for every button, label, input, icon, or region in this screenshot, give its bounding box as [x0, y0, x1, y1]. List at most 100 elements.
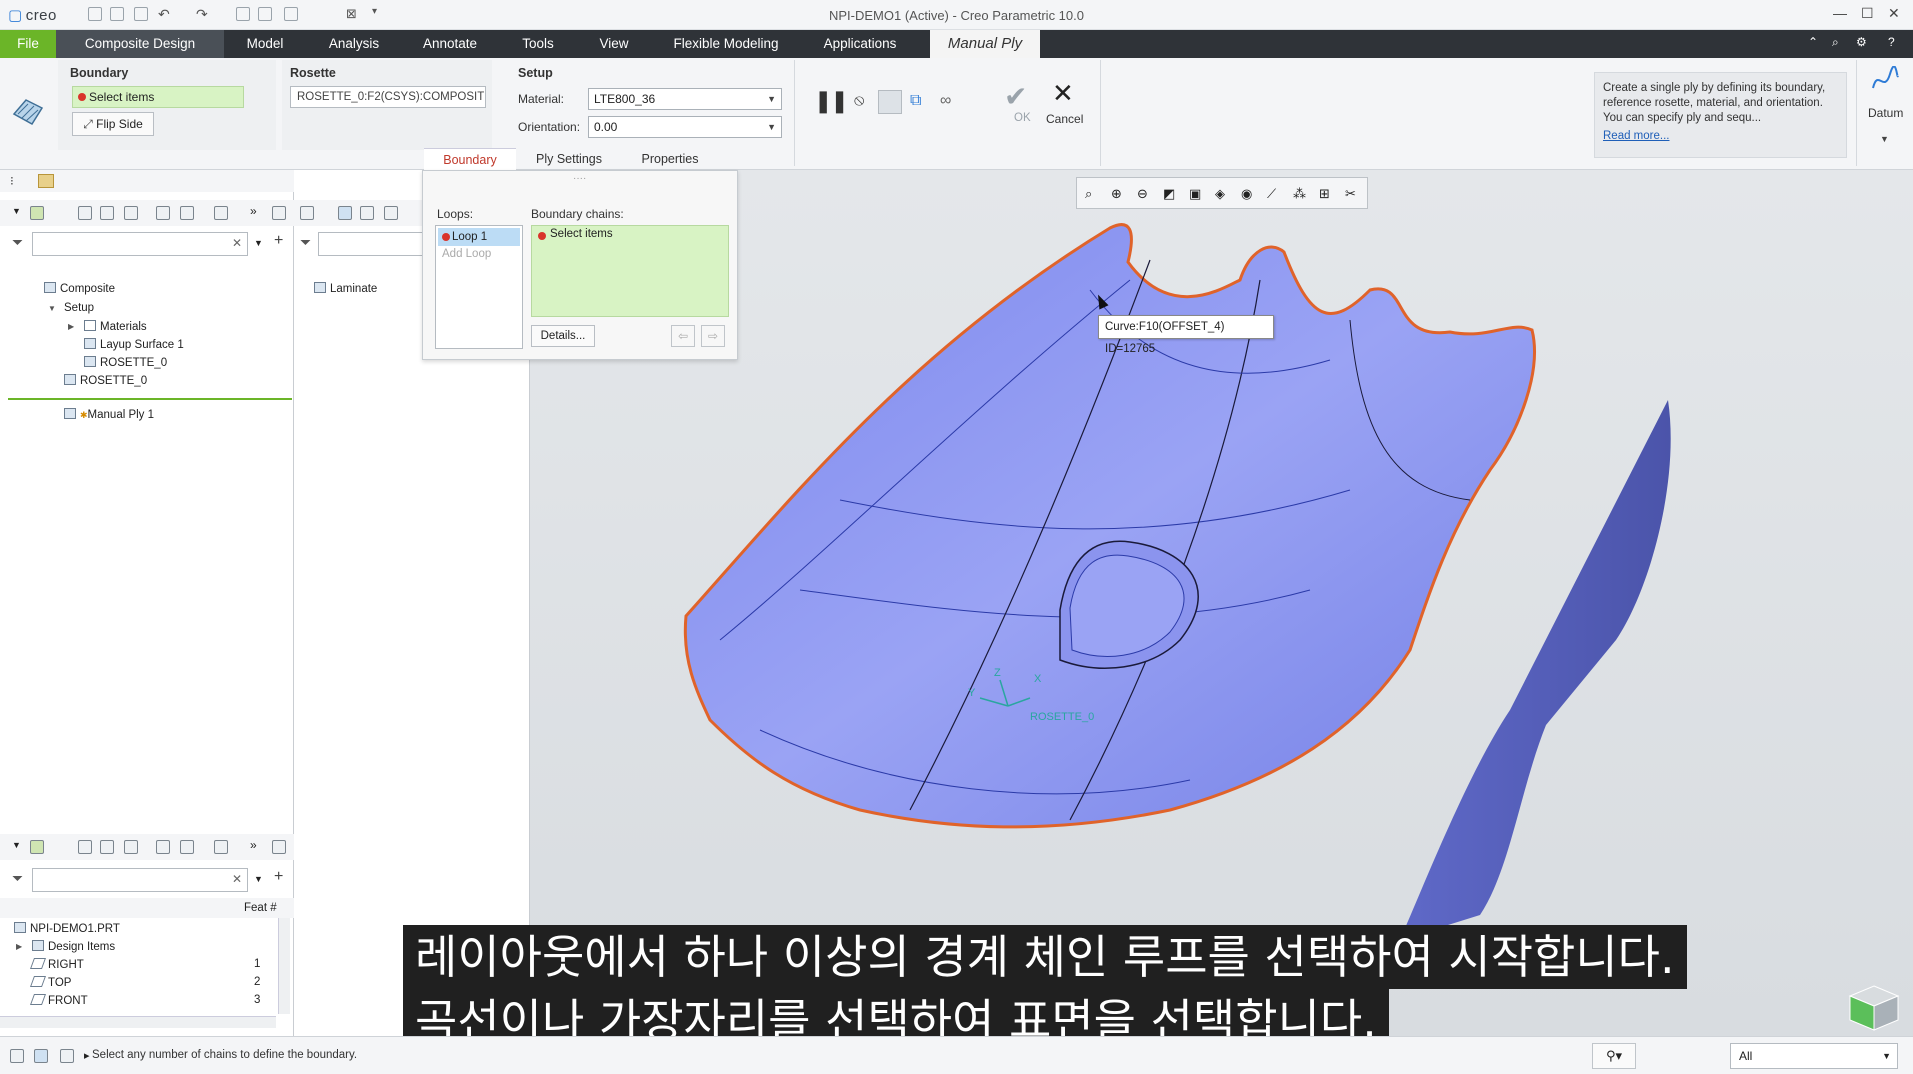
- minimize-icon[interactable]: —: [1833, 5, 1847, 21]
- close-icon[interactable]: ✕: [1888, 5, 1900, 22]
- arrow-left-icon[interactable]: ⇦: [671, 325, 695, 347]
- add-icon[interactable]: +: [274, 868, 283, 886]
- page-icon[interactable]: [272, 840, 286, 854]
- cancel-x-icon[interactable]: ✕: [1052, 78, 1074, 109]
- list-icon[interactable]: [78, 840, 92, 854]
- add-loop-item[interactable]: Add Loop: [442, 248, 491, 260]
- layers-icon[interactable]: [300, 206, 314, 220]
- tree-item-design-items[interactable]: Design Items: [32, 940, 115, 953]
- expand-icon[interactable]: [100, 840, 114, 854]
- help-icon[interactable]: ?: [1888, 35, 1895, 49]
- expand-arrow-icon[interactable]: ▶: [68, 322, 74, 331]
- tree-item-rosette-root[interactable]: ROSETTE_0: [64, 374, 147, 387]
- refit-icon[interactable]: ⌕: [1085, 186, 1092, 202]
- search-icon[interactable]: ⌕: [1832, 35, 1839, 50]
- collapse-ribbon-icon[interactable]: ⌃: [1808, 35, 1818, 49]
- tree-item-right[interactable]: RIGHT: [29, 958, 84, 971]
- layout-icon[interactable]: [10, 1049, 24, 1063]
- chevron-down-icon[interactable]: ▼: [12, 206, 21, 216]
- table-icon[interactable]: [180, 840, 194, 854]
- chevron-down-icon[interactable]: ▼: [254, 238, 263, 248]
- rosette-collector[interactable]: ROSETTE_0:F2(CSYS):COMPOSITE 1: [290, 86, 486, 108]
- table-icon[interactable]: [180, 206, 194, 220]
- tree-item-layup-surface[interactable]: Layup Surface 1: [84, 338, 184, 351]
- display-style-icon[interactable]: ▣: [1189, 186, 1201, 202]
- tab-boundary[interactable]: Boundary: [424, 148, 516, 170]
- saved-orientations-icon[interactable]: ◈: [1215, 186, 1225, 202]
- tab-file[interactable]: File: [0, 30, 56, 58]
- tab-composite-design[interactable]: Composite Design: [56, 30, 224, 58]
- datum-curve-icon[interactable]: [1870, 65, 1900, 96]
- sort-icon[interactable]: [156, 206, 170, 220]
- columns-icon[interactable]: [124, 206, 138, 220]
- annotation-display-icon[interactable]: ⊞: [1319, 186, 1330, 202]
- tree-item-composite[interactable]: Composite: [44, 282, 115, 295]
- add-icon[interactable]: +: [274, 232, 283, 250]
- tree-item-front[interactable]: FRONT: [29, 994, 88, 1007]
- chevron-down-icon[interactable]: ▼: [1880, 134, 1889, 144]
- tab-flexible-modeling[interactable]: Flexible Modeling: [662, 30, 790, 58]
- tab-view[interactable]: View: [586, 30, 642, 58]
- sort-icon[interactable]: [156, 840, 170, 854]
- model-tree-icon[interactable]: [30, 840, 44, 854]
- datum-display-icon[interactable]: ⁂: [1293, 186, 1306, 202]
- page-icon[interactable]: [272, 206, 286, 220]
- ok-check-icon[interactable]: ✔: [1004, 80, 1027, 113]
- vertical-scrollbar[interactable]: [278, 918, 290, 1014]
- cancel-label[interactable]: Cancel: [1046, 112, 1083, 126]
- tree-item-laminate[interactable]: Laminate: [314, 282, 377, 295]
- tab-manual-ply[interactable]: Manual Ply: [930, 30, 1040, 58]
- clear-icon[interactable]: ✕: [232, 236, 242, 250]
- filter-tree-icon[interactable]: [214, 206, 228, 220]
- orientation-dropdown[interactable]: 0.00 ▼: [588, 116, 782, 138]
- horizontal-scrollbar[interactable]: [0, 1016, 276, 1028]
- layup-icon[interactable]: [30, 206, 44, 220]
- settings-icon[interactable]: ⚙: [1856, 35, 1867, 49]
- more-icon[interactable]: »: [250, 204, 257, 218]
- show-all-icon[interactable]: [338, 206, 352, 220]
- tree-icon[interactable]: ⁝: [10, 174, 14, 188]
- flip-side-button[interactable]: ⤢ Flip Side: [72, 112, 154, 136]
- feature-preview-icon[interactable]: ⧉: [910, 92, 921, 110]
- browser-icon[interactable]: [60, 1049, 74, 1063]
- zoom-out-icon[interactable]: ⊖: [1137, 186, 1148, 202]
- spin-center-icon[interactable]: ✂: [1345, 186, 1356, 202]
- datum-label[interactable]: Datum: [1868, 106, 1903, 120]
- filter-tree-icon[interactable]: [214, 840, 228, 854]
- material-dropdown[interactable]: LTE800_36 ▼: [588, 88, 782, 110]
- tab-model[interactable]: Model: [232, 30, 298, 58]
- table-icon[interactable]: [360, 206, 374, 220]
- list-icon[interactable]: [78, 206, 92, 220]
- boundary-chains-collector[interactable]: Select items: [531, 225, 729, 317]
- boundary-select-collector[interactable]: Select items: [72, 86, 244, 108]
- tree-item-manual-ply[interactable]: ✱Manual Ply 1: [64, 408, 154, 421]
- arrow-right-icon[interactable]: ⇨: [701, 325, 725, 347]
- feat-column-header[interactable]: Feat #: [244, 902, 277, 914]
- no-geometry-preview-icon[interactable]: ⦸: [854, 92, 864, 110]
- pause-icon[interactable]: ❚❚: [814, 88, 849, 114]
- details-button[interactable]: Details...: [531, 325, 595, 347]
- view-manager-icon[interactable]: ◉: [1241, 186, 1252, 202]
- selection-filter-dropdown[interactable]: All ▼: [1730, 1043, 1898, 1069]
- repaint-icon[interactable]: ◩: [1163, 186, 1175, 202]
- tab-tools[interactable]: Tools: [510, 30, 566, 58]
- maximize-icon[interactable]: ☐: [1861, 5, 1874, 22]
- tree-item-top[interactable]: TOP: [29, 976, 71, 989]
- tree-item-rosette[interactable]: ROSETTE_0: [84, 356, 167, 369]
- drag-handle-icon[interactable]: ····: [573, 173, 586, 184]
- tab-analysis[interactable]: Analysis: [318, 30, 390, 58]
- clear-icon[interactable]: ✕: [232, 872, 242, 886]
- folder-icon[interactable]: [38, 174, 54, 188]
- loops-list[interactable]: Loop 1 Add Loop: [435, 225, 523, 349]
- loop-1-item[interactable]: Loop 1: [438, 228, 520, 246]
- read-more-link[interactable]: Read more...: [1603, 129, 1838, 144]
- chevron-down-icon[interactable]: ▼: [254, 874, 263, 884]
- expand-icon[interactable]: [100, 206, 114, 220]
- tree-item-materials[interactable]: Materials: [84, 320, 147, 333]
- geometry-preview-icon[interactable]: [878, 90, 902, 114]
- export-icon[interactable]: [384, 206, 398, 220]
- view-cube-icon[interactable]: [1844, 982, 1904, 1032]
- tab-ply-settings[interactable]: Ply Settings: [520, 148, 618, 170]
- perspective-icon[interactable]: ⟋: [1267, 186, 1276, 202]
- tree-item-setup[interactable]: Setup: [64, 302, 94, 314]
